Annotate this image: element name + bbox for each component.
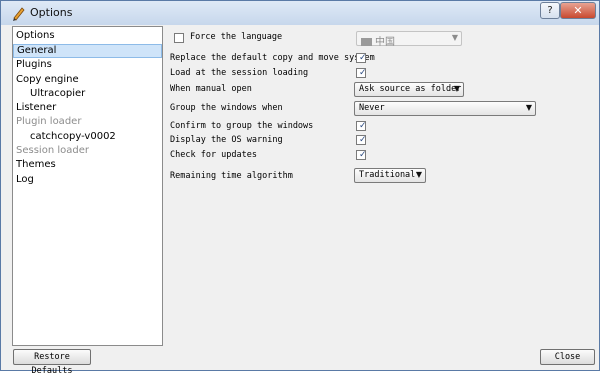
force-language-checkbox[interactable]: [174, 33, 184, 43]
close-window-button[interactable]: ✕: [560, 2, 596, 19]
remaining-time-value: Traditional: [359, 170, 416, 180]
chevron-down-icon: ▼: [415, 170, 422, 179]
options-window: Options ? ✕ Options General Plugins Copy…: [0, 0, 600, 376]
ultracopier-logo-icon: [13, 7, 25, 21]
language-select-value: 中国: [361, 33, 395, 48]
nav-item-catchcopy[interactable]: catchcopy-v0002: [13, 130, 162, 144]
nav-item-themes[interactable]: Themes: [13, 158, 162, 172]
window-title: Options: [30, 6, 73, 19]
remaining-time-label: Remaining time algorithm: [170, 171, 293, 181]
nav-item-ultracopier[interactable]: Ultracopier: [13, 87, 162, 101]
chevron-down-icon: ▼: [453, 84, 460, 93]
replace-copy-checkbox[interactable]: ✓: [356, 53, 367, 63]
category-list-header: Options: [16, 30, 55, 41]
nav-item-plugins[interactable]: Plugins: [13, 58, 162, 72]
options-category-list[interactable]: Options General Plugins Copy engine Ultr…: [12, 26, 163, 346]
language-select[interactable]: 中国 ▼: [356, 31, 462, 48]
nav-item-general[interactable]: General: [13, 44, 162, 59]
os-warning-checkbox[interactable]: ✓: [356, 135, 367, 145]
confirm-group-label: Confirm to group the windows: [170, 121, 314, 131]
nav-item-session-loader[interactable]: Session loader: [13, 144, 162, 158]
replace-copy-label: Replace the default copy and move system: [170, 53, 375, 63]
help-button[interactable]: ?: [540, 2, 560, 19]
manual-open-label: When manual open: [170, 84, 252, 94]
chevron-down-icon: ▼: [525, 103, 532, 112]
group-windows-value: Never: [359, 103, 385, 113]
load-at-session-checkbox[interactable]: ✓: [356, 68, 367, 78]
force-language-label: Force the language: [190, 32, 283, 42]
manual-open-value: Ask source as folder: [359, 84, 462, 94]
load-at-session-label: Load at the session loading: [170, 68, 309, 78]
restore-defaults-button[interactable]: Restore Defaults: [13, 349, 91, 376]
flag-icon: [361, 38, 372, 46]
group-windows-select[interactable]: Never ▼: [354, 101, 536, 116]
group-windows-label: Group the windows when: [170, 103, 283, 113]
remaining-time-select[interactable]: Traditional ▼: [354, 168, 426, 183]
nav-item-plugin-loader[interactable]: Plugin loader: [13, 115, 162, 129]
check-updates-label: Check for updates: [170, 150, 257, 160]
nav-item-listener[interactable]: Listener: [13, 101, 162, 115]
checkmark-icon: ✓: [359, 135, 367, 145]
checkmark-icon: ✓: [359, 121, 367, 131]
chevron-down-icon: ▼: [451, 33, 458, 42]
checkmark-icon: ✓: [359, 68, 367, 78]
check-updates-checkbox[interactable]: ✓: [356, 150, 367, 160]
nav-item-copy-engine[interactable]: Copy engine: [13, 73, 162, 87]
checkmark-icon: ✓: [359, 150, 367, 160]
close-button[interactable]: Close: [540, 349, 595, 365]
confirm-group-checkbox[interactable]: ✓: [356, 121, 367, 131]
client-area: Options General Plugins Copy engine Ultr…: [6, 26, 595, 376]
manual-open-select[interactable]: Ask source as folder ▼: [354, 82, 464, 97]
title-bar[interactable]: Options ? ✕: [1, 1, 599, 25]
nav-item-log[interactable]: Log: [13, 173, 162, 187]
os-warning-label: Display the OS warning: [170, 135, 283, 145]
checkmark-icon: ✓: [359, 53, 367, 63]
